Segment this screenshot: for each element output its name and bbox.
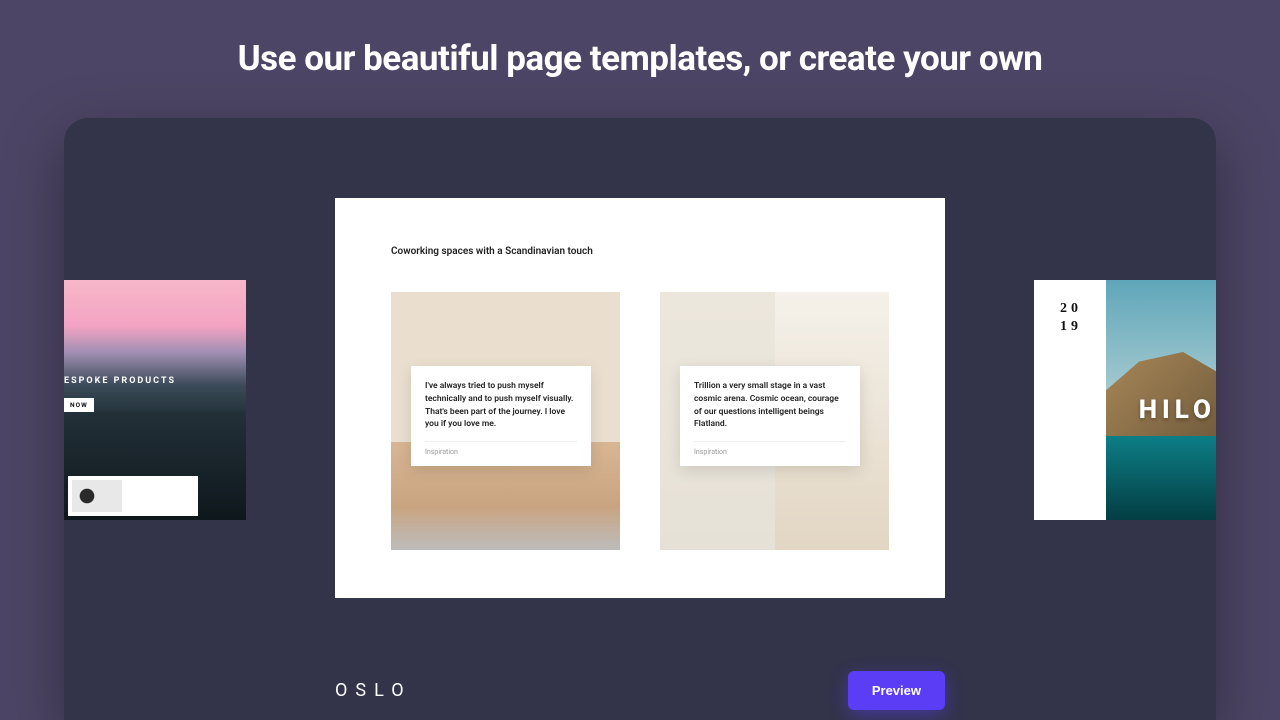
template-left-cta: NOW: [64, 398, 94, 412]
template-right-title: HILO: [1139, 395, 1216, 425]
quote-text: I've always tried to push myself technic…: [425, 380, 577, 431]
section-heading: Use our beautiful page templates, or cre…: [0, 0, 1280, 79]
template-showcase-panel: ESPOKE PRODUCTS NOW Coworking spaces wit…: [64, 118, 1216, 720]
quote-card-1: I've always tried to push myself technic…: [411, 366, 591, 466]
template-main-heading: Coworking spaces with a Scandinavian tou…: [391, 246, 593, 257]
preview-button[interactable]: Preview: [848, 671, 945, 710]
template-left-sky: [64, 280, 246, 412]
current-template-name: OSLO: [335, 680, 412, 701]
template-carousel: ESPOKE PRODUCTS NOW Coworking spaces wit…: [64, 198, 1216, 598]
template-left-subcard: [68, 476, 198, 516]
headphones-icon: [72, 480, 122, 512]
template-peek-right[interactable]: 2019 HILO: [1034, 280, 1216, 520]
template-peek-left[interactable]: ESPOKE PRODUCTS NOW: [64, 280, 246, 520]
template-footer: OSLO Preview: [335, 671, 945, 710]
template-main-oslo[interactable]: Coworking spaces with a Scandinavian tou…: [335, 198, 945, 598]
quote-card-2: Trillion a very small stage in a vast co…: [680, 366, 860, 466]
template-right-year: 2019: [1060, 300, 1090, 336]
water-graphic: [1106, 436, 1216, 520]
template-left-headline: ESPOKE PRODUCTS: [64, 376, 176, 386]
template-tile-2: Trillion a very small stage in a vast co…: [660, 292, 889, 550]
quote-tag: Inspiration: [425, 441, 577, 456]
template-main-grid: I've always tried to push myself technic…: [391, 292, 889, 550]
quote-tag: Inspiration: [694, 441, 846, 456]
quote-text: Trillion a very small stage in a vast co…: [694, 380, 846, 431]
template-tile-1: I've always tried to push myself technic…: [391, 292, 620, 550]
